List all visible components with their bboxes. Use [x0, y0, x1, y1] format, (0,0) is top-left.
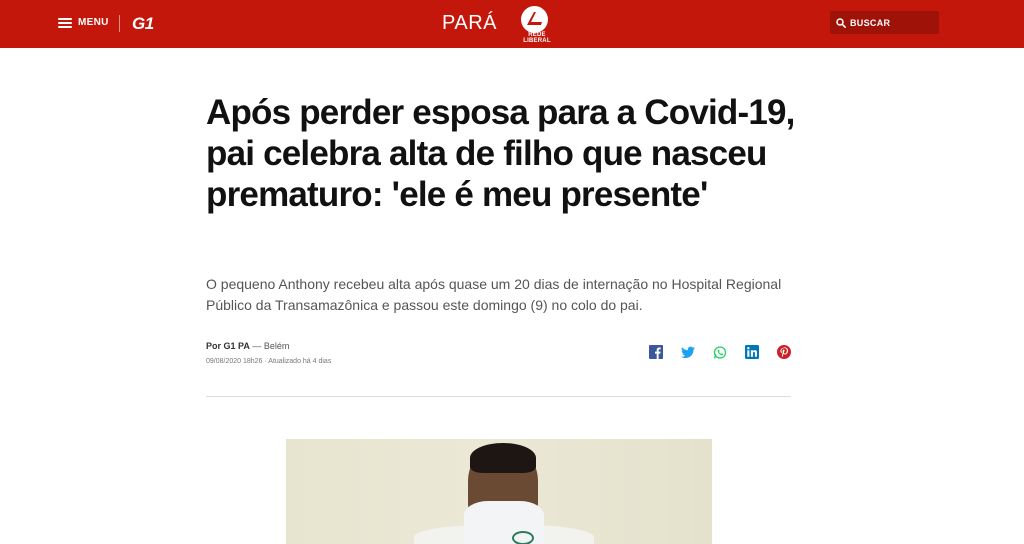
photo-person-hair [470, 443, 536, 473]
photo-shirt-emblem [512, 531, 534, 544]
facebook-icon[interactable] [649, 345, 663, 359]
byline-author[interactable]: Por G1 PA [206, 341, 250, 351]
byline: Por G1 PA — Belém [206, 340, 289, 352]
pinterest-icon[interactable] [777, 345, 791, 359]
search-box[interactable]: BUSCAR [830, 11, 939, 34]
g1-logo[interactable]: G1 [132, 13, 154, 35]
menu-button[interactable]: MENU [58, 14, 109, 32]
share-bar [649, 345, 791, 359]
hamburger-icon [58, 18, 72, 28]
linkedin-icon[interactable] [745, 345, 759, 359]
rede-liberal-mark-icon [521, 6, 548, 33]
region-title[interactable]: PARÁ [442, 10, 497, 36]
rede-liberal-logo[interactable]: REDE LIBERAL [514, 6, 560, 44]
top-bar: MENU G1 PARÁ REDE LIBERAL BUSCAR [0, 0, 1024, 48]
publish-dates: 09/08/2020 18h26 · Atualizado há 4 dias [206, 358, 332, 365]
article-subtitle: O pequeno Anthony recebeu alta após quas… [206, 276, 782, 313]
article-photo[interactable] [286, 439, 712, 544]
search-icon [836, 17, 846, 28]
article-title: Após perder esposa para a Covid-19, pai … [206, 93, 795, 214]
search-label: BUSCAR [850, 17, 891, 28]
header-divider [119, 15, 120, 32]
header-divider-rule [206, 396, 791, 397]
rede-liberal-text: REDE LIBERAL [523, 32, 551, 44]
whatsapp-icon[interactable] [713, 345, 727, 359]
menu-label: MENU [78, 17, 109, 28]
byline-location: — Belém [249, 341, 290, 351]
twitter-icon[interactable] [681, 345, 695, 359]
